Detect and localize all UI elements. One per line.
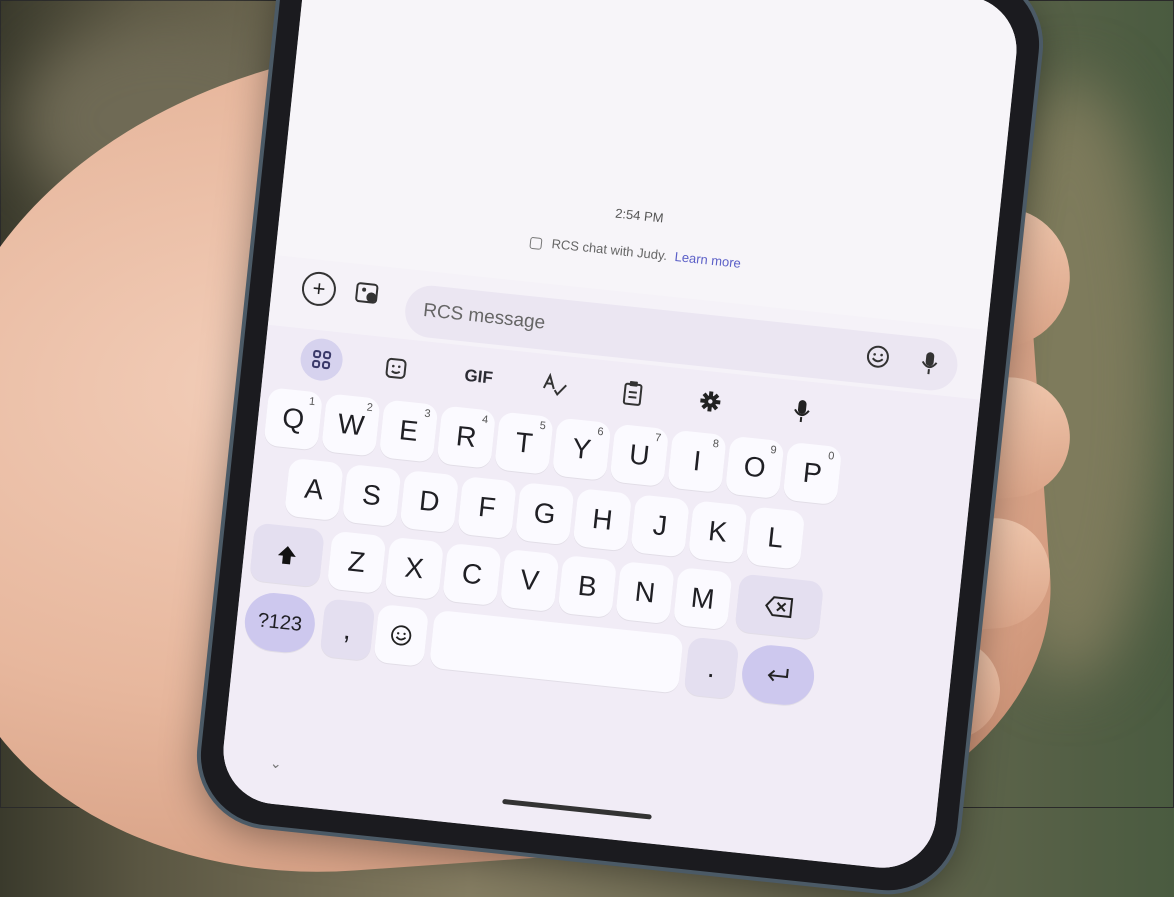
key-k[interactable]: K: [687, 500, 748, 564]
key-label: I: [691, 445, 703, 477]
spacebar[interactable]: [428, 609, 684, 694]
key-q[interactable]: Q1: [263, 387, 324, 451]
key-f[interactable]: F: [457, 476, 517, 540]
key-g[interactable]: G: [514, 482, 575, 546]
key-d[interactable]: D: [399, 469, 460, 534]
apps-grid-icon[interactable]: [298, 336, 345, 383]
key-hint: 8: [712, 437, 720, 451]
period-key[interactable]: .: [683, 636, 740, 700]
key-r[interactable]: R4: [436, 405, 497, 469]
key-m[interactable]: M: [672, 567, 733, 631]
gear-icon[interactable]: [689, 381, 733, 421]
keyboard: GIF Q1 W2 E3 R4 T5 Y6 U 7 I 8 O 9 P 0 A …: [218, 324, 981, 874]
key-hint: 6: [596, 425, 605, 439]
key-a[interactable]: A: [284, 457, 344, 522]
key-e[interactable]: E3: [378, 399, 439, 463]
key-hint: 1: [308, 395, 316, 409]
key-c[interactable]: C: [442, 542, 502, 607]
key-p[interactable]: P0: [782, 441, 843, 506]
chevron-down-icon[interactable]: ⌄: [269, 754, 282, 772]
key-j[interactable]: J: [630, 494, 690, 558]
key-x[interactable]: X: [384, 536, 445, 601]
key-v[interactable]: V: [499, 548, 560, 613]
message-placeholder: RCS message: [422, 300, 547, 334]
gif-button[interactable]: GIF: [452, 357, 505, 398]
learn-more-link[interactable]: Learn more: [674, 249, 742, 271]
enter-icon[interactable]: [739, 642, 817, 708]
home-indicator[interactable]: [502, 798, 652, 820]
clipboard-icon[interactable]: [611, 373, 655, 413]
key-y[interactable]: Y6: [551, 417, 612, 481]
key-u[interactable]: U7: [609, 423, 670, 487]
voice-input-icon[interactable]: [780, 391, 824, 431]
comma-key[interactable]: ,: [319, 598, 376, 662]
emoji-icon[interactable]: [865, 344, 892, 372]
lock-icon: [529, 236, 543, 250]
key-hint: 5: [539, 419, 547, 433]
key-hint: 0: [827, 450, 835, 463]
key-h[interactable]: H: [572, 488, 633, 552]
key-b[interactable]: B: [557, 554, 618, 619]
key-label: W: [336, 407, 366, 442]
key-label: Q: [280, 401, 306, 436]
key-hint: 2: [366, 401, 374, 415]
key-z[interactable]: Z: [326, 530, 387, 595]
key-hint: 9: [769, 444, 778, 457]
phone-screen: 2:54 PM RCS chat with Judy. Learn more +…: [218, 0, 1022, 874]
key-hint: 3: [423, 407, 432, 421]
key-hint: 4: [481, 413, 489, 427]
spellcheck-icon[interactable]: [533, 365, 577, 405]
symbols-key[interactable]: ?123: [242, 590, 318, 656]
key-label: P: [801, 456, 824, 490]
key-label: E: [397, 414, 420, 447]
key-label: R: [454, 420, 479, 454]
plus-circle-icon[interactable]: +: [300, 270, 338, 308]
sticker-icon[interactable]: [374, 348, 418, 388]
emoji-key[interactable]: [373, 603, 430, 667]
key-label: U: [627, 438, 652, 472]
key-label: O: [742, 450, 768, 484]
key-label: Y: [570, 432, 593, 466]
key-l[interactable]: L: [745, 506, 806, 570]
gallery-icon[interactable]: [350, 275, 385, 310]
key-w[interactable]: W2: [321, 393, 381, 457]
key-t[interactable]: T5: [494, 411, 554, 475]
key-s[interactable]: S: [341, 463, 402, 528]
rcs-notice-text: RCS chat with Judy.: [550, 236, 668, 264]
key-n[interactable]: N: [615, 561, 675, 625]
key-o[interactable]: O9: [724, 435, 785, 500]
key-hint: 7: [654, 431, 662, 445]
key-label: T: [513, 426, 535, 460]
mic-icon[interactable]: [918, 349, 941, 377]
key-i[interactable]: I8: [667, 429, 727, 494]
shift-icon[interactable]: [249, 522, 325, 588]
backspace-icon[interactable]: [734, 573, 825, 641]
phone: 2:54 PM RCS chat with Judy. Learn more +…: [193, 0, 1047, 897]
